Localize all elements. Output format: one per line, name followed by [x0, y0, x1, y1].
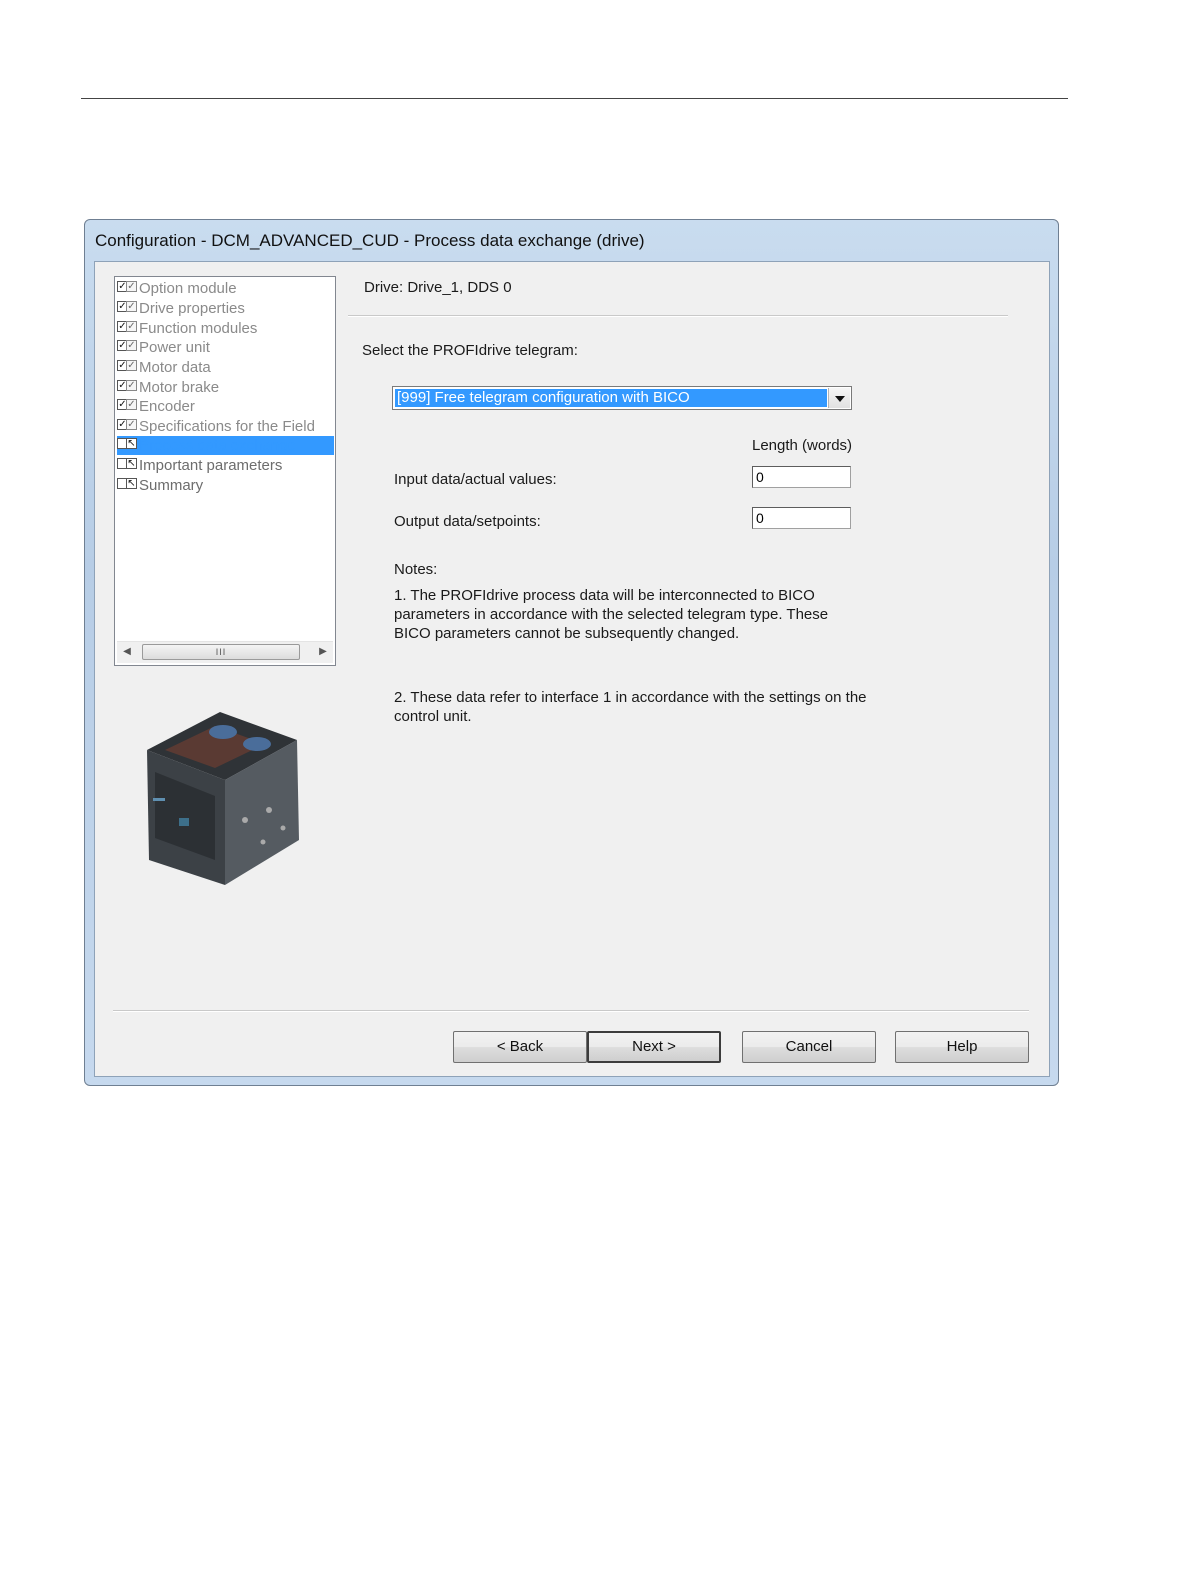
tree-item-important-parameters[interactable]: ↖ Important parameters	[117, 456, 334, 475]
chevron-down-icon[interactable]	[828, 388, 850, 408]
wizard-step-tree[interactable]: ✓ ✓ Option module ✓ ✓ Drive properties ✓ ✓ …	[114, 276, 336, 666]
check-icon: ✓	[126, 281, 137, 292]
header-divider	[348, 315, 1008, 317]
note-2: 2. These data refer to interface 1 in ac…	[394, 689, 867, 725]
check-icon: ✓	[126, 340, 137, 351]
tree-item-drive-properties[interactable]: ✓ ✓ Drive properties	[117, 299, 334, 318]
tree-item-label: Process data exchange	[139, 437, 296, 454]
tree-item-label: Important parameters	[139, 457, 283, 474]
note-1: 1. The PROFIdrive process data will be i…	[394, 587, 829, 642]
footer-divider	[113, 1010, 1029, 1012]
tree-item-label: Motor data	[139, 359, 211, 376]
check-icon: ✓	[126, 399, 137, 410]
tree-item-motor-brake[interactable]: ✓ ✓ Motor brake	[117, 378, 334, 397]
telegram-select-label: Select the PROFIdrive telegram:	[362, 342, 578, 359]
output-data-length-field[interactable]	[752, 507, 851, 529]
check-icon: ✓	[126, 301, 137, 312]
scroll-left-arrow-icon[interactable]: ◀	[120, 645, 134, 659]
drive-label: Drive: Drive_1, DDS 0	[364, 279, 512, 296]
scroll-right-arrow-icon[interactable]: ▶	[316, 645, 330, 659]
input-data-length-field[interactable]	[752, 466, 851, 488]
help-button[interactable]: Help	[895, 1031, 1029, 1063]
back-button[interactable]: < Back	[453, 1031, 587, 1063]
tree-item-option-module[interactable]: ✓ ✓ Option module	[117, 279, 334, 298]
configuration-window: Configuration - DCM_ADVANCED_CUD - Proce…	[84, 219, 1059, 1086]
check-icon: ✓	[126, 380, 137, 391]
tree-item-label: Option module	[139, 280, 237, 297]
tree-item-label: Specifications for the Field	[139, 418, 315, 435]
tree-item-summary[interactable]: ↖ Summary	[117, 476, 334, 495]
title-bar[interactable]: Configuration - DCM_ADVANCED_CUD - Proce…	[85, 220, 1058, 260]
tree-item-label: Encoder	[139, 398, 195, 415]
pointer-icon: ↖	[126, 438, 137, 449]
window-title: Configuration - DCM_ADVANCED_CUD - Proce…	[95, 231, 645, 250]
scroll-thumb[interactable]: III	[142, 644, 300, 660]
pointer-icon: ↖	[126, 458, 137, 469]
check-icon: ✓	[126, 419, 137, 430]
tree-item-power-unit[interactable]: ✓ ✓ Power unit	[117, 338, 334, 357]
pointer-icon: ↖	[126, 478, 137, 489]
tree-item-function-modules[interactable]: ✓ ✓ Function modules	[117, 319, 334, 338]
telegram-selected-value: [999] Free telegram configuration with B…	[395, 389, 827, 407]
tree-item-label: Power unit	[139, 339, 210, 356]
length-column-header: Length (words)	[752, 437, 853, 454]
page-top-rule	[81, 98, 1068, 99]
tree-item-encoder[interactable]: ✓ ✓ Encoder	[117, 397, 334, 416]
input-data-label: Input data/actual values:	[394, 471, 557, 488]
tree-item-label: Motor brake	[139, 379, 220, 396]
output-data-label: Output data/setpoints:	[394, 513, 541, 530]
tree-item-label: Drive properties	[139, 300, 245, 317]
tree-item-field-specifications[interactable]: ✓ ✓ Specifications for the Field	[117, 417, 334, 436]
check-icon: ✓	[126, 321, 137, 332]
tree-item-label: Function modules	[139, 320, 258, 337]
tree-item-label: Summary	[139, 477, 204, 494]
tree-horizontal-scrollbar[interactable]: ◀ III ▶	[117, 641, 333, 663]
telegram-dropdown[interactable]: [999] Free telegram configuration with B…	[392, 386, 852, 410]
drive-device-image	[147, 712, 299, 885]
tree-item-motor-data[interactable]: ✓ ✓ Motor data	[117, 358, 334, 377]
dialog-client-area: ✓ ✓ Option module ✓ ✓ Drive properties ✓ ✓ …	[94, 261, 1050, 1077]
notes-heading: Notes:	[394, 561, 438, 578]
tree-item-process-data-exchange[interactable]: ↖ Process data exchange	[117, 436, 334, 455]
check-icon: ✓	[126, 360, 137, 371]
cancel-button[interactable]: Cancel	[742, 1031, 876, 1063]
next-button[interactable]: Next >	[587, 1031, 721, 1063]
